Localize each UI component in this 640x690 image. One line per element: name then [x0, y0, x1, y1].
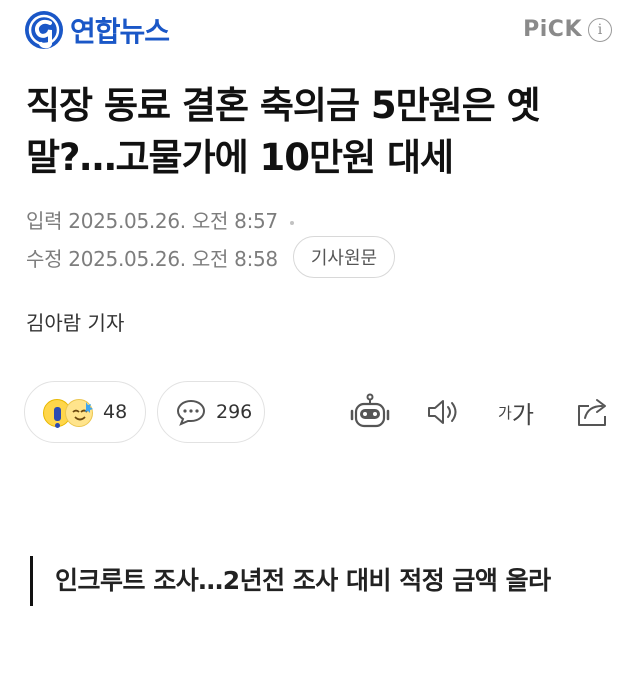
original-article-button[interactable]: 기사원문	[293, 236, 395, 278]
published-label: 입력	[26, 209, 63, 233]
share-button[interactable]	[575, 393, 611, 431]
summary-bot-button[interactable]	[350, 393, 390, 431]
pick-badge[interactable]: PiCK i	[523, 17, 612, 42]
published-date: 입력 2025.05.26. 오전 8:57	[26, 205, 294, 234]
comment-count: 296	[216, 401, 253, 423]
reaction-emoji-icon	[43, 395, 101, 429]
yonhap-logo[interactable]: 연합뉴스	[24, 10, 170, 50]
yonhap-logo-mark-icon	[25, 11, 63, 49]
modified-date: 수정 2025.05.26. 오전 8:58	[26, 243, 278, 272]
font-size-button[interactable]: 가 가	[495, 393, 537, 431]
app-header: 연합뉴스 PiCK i	[0, 0, 640, 66]
share-icon	[578, 399, 606, 426]
comment-bubble-icon	[176, 399, 206, 426]
article-subheading: 인크루트 조사…2년전 조사 대비 적정 금액 올라	[30, 556, 610, 606]
robot-summary-icon	[350, 393, 390, 428]
logo-text: 연합뉴스	[70, 15, 170, 48]
info-icon[interactable]: i	[588, 17, 612, 42]
speaker-icon	[428, 400, 457, 424]
font-size-large-glyph: 가	[511, 400, 534, 429]
modified-value: 2025.05.26. 오전 8:58	[68, 247, 278, 271]
read-aloud-button[interactable]	[426, 393, 462, 431]
article-title: 직장 동료 결혼 축의금 5만원은 옛말?…고물가에 10만원 대세	[26, 84, 541, 179]
published-value: 2025.05.26. 오전 8:57	[68, 209, 278, 233]
comment-button[interactable]: 296	[157, 381, 265, 443]
pick-label: PiCK	[523, 17, 582, 42]
modified-label: 수정	[26, 247, 63, 271]
reaction-count: 48	[103, 401, 128, 423]
font-size-icon: 가	[498, 403, 512, 422]
reaction-button[interactable]: 48	[24, 381, 146, 443]
reporter-name[interactable]: 김아람 기자	[26, 307, 124, 336]
separator-dot	[289, 220, 294, 225]
smile-emoji-icon	[65, 399, 93, 427]
